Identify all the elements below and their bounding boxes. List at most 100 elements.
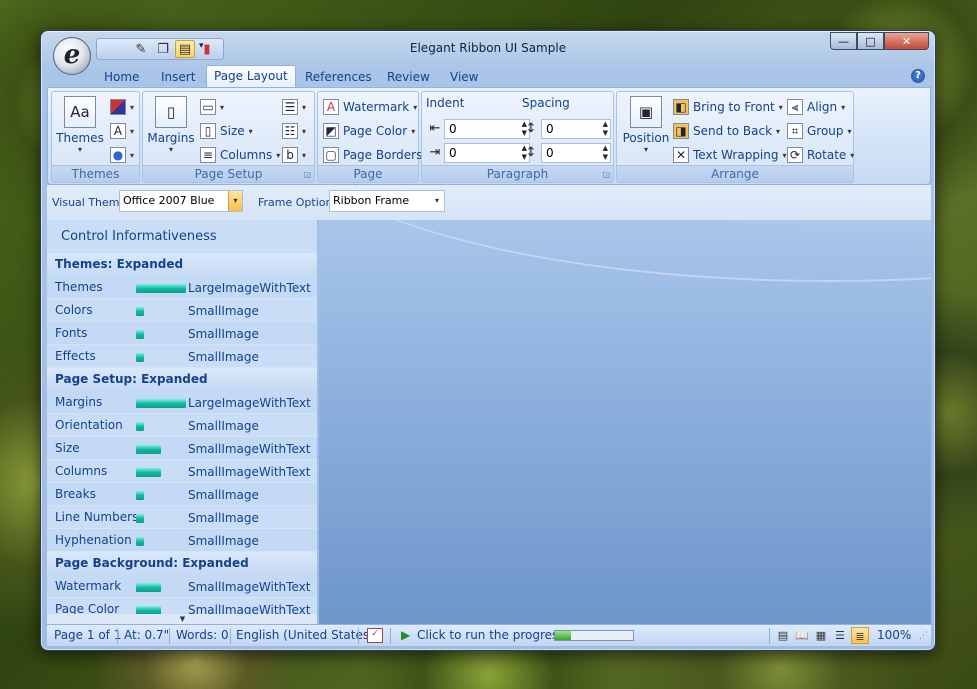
list-item[interactable]: Size SmallImageWithText [47,437,317,460]
list-item[interactable]: Columns SmallImageWithText [47,460,317,483]
page-color-button[interactable]: ◩ Page Color ▾ [323,123,415,139]
indent-right-input[interactable]: 0 ▲ ▼ [444,143,530,163]
tab-review[interactable]: Review [380,67,437,89]
section-header: Page Background: Expanded [47,552,317,575]
informativeness-bar [136,307,144,316]
spacing-after-input[interactable]: 0 ▲ ▼ [541,143,611,163]
page-borders-button[interactable]: ▢ Page Borders [323,147,422,163]
document-area[interactable] [319,220,931,624]
play-icon[interactable]: ▶ [401,628,410,642]
list-item[interactable]: Fonts SmallImage [47,322,317,345]
rotate-icon: ⟳ [787,147,803,163]
language[interactable]: English (United States) [236,628,374,642]
list-item[interactable]: Watermark SmallImageWithText [47,575,317,598]
margins-button[interactable]: ▯ Margins ▾ [146,96,196,154]
text-wrapping-label: Text Wrapping [693,148,779,162]
list-item[interactable]: Effects SmallImage [47,345,317,368]
informativeness-bar [136,353,144,362]
orientation-button[interactable]: ▭ ▾ [200,99,224,115]
line-numbers-button[interactable]: ☷ ▾ [282,123,306,139]
bring-to-front-button[interactable]: ◧ Bring to Front ▾ [673,99,783,115]
list-item[interactable]: Margins LargeImageWithText [47,391,317,414]
minimize-button[interactable]: — [830,32,857,50]
page-setup-launcher-icon[interactable]: ◲ [303,170,311,179]
tab-page-layout[interactable]: Page Layout [206,65,296,89]
colors-icon [110,99,126,115]
scroll-down-icon[interactable]: ▼ [47,614,317,624]
list-item[interactable]: Line Numbers SmallImage [47,506,317,529]
draft-icon[interactable]: ≣ [851,627,869,644]
tab-home[interactable]: Home [97,67,146,89]
align-button[interactable]: ⫷ Align ▾ [787,99,845,115]
frame-options-select[interactable]: Ribbon Frame ▾ [329,190,445,212]
columns-button[interactable]: ≡ Columns ▾ [200,147,280,163]
colors-button[interactable]: ▾ [110,99,134,115]
ribbon: Aa Themes ▾ ▾ A ▾ ● ▾ Themes ▯ Margins ▾ ▭… [47,87,931,197]
informativeness-bar [136,537,144,546]
list-item[interactable]: Breaks SmallImage [47,483,317,506]
orientation-icon: ▭ [200,99,216,115]
list-item[interactable]: Colors SmallImage [47,299,317,322]
chevron-down-icon[interactable]: ▾ [430,191,444,211]
spacing-before-icon: ↕ [525,121,537,136]
informativeness-bar [136,399,186,408]
spacing-before-input[interactable]: 0 ▲ ▼ [541,119,611,139]
breaks-button[interactable]: ☰ ▾ [282,99,306,115]
list-item[interactable]: Orientation SmallImage [47,414,317,437]
fonts-button[interactable]: A ▾ [110,123,134,139]
proofing-icon[interactable]: ✓ [367,628,383,643]
themes-button[interactable]: Aa Themes ▾ [55,96,105,154]
list-item[interactable]: Hyphenation SmallImage [47,529,317,552]
item-name: Breaks [55,487,96,501]
size-button[interactable]: ▯ Size ▾ [200,123,253,139]
group-themes: Aa Themes ▾ ▾ A ▾ ● ▾ Themes [51,91,140,183]
visual-theme-label: Visual Theme [52,196,127,209]
paragraph-launcher-icon[interactable]: ◲ [602,170,610,179]
maximize-button[interactable]: □ [857,32,884,50]
tab-view[interactable]: View [443,67,485,89]
chevron-down-icon[interactable]: ▾ [228,191,242,211]
group-label-arrange: Arrange [617,165,853,182]
send-to-back-button[interactable]: ◨ Send to Back ▾ [673,123,780,139]
columns-icon: ≡ [200,147,216,163]
rotate-button[interactable]: ⟳ Rotate ▾ [787,147,854,163]
position-icon: ▣ [630,96,662,128]
position-button[interactable]: ▣ Position ▾ [620,96,672,154]
item-name: Size [55,441,80,455]
list-item[interactable]: Themes LargeImageWithText [47,276,317,299]
hyphenation-icon: b [282,147,298,163]
outline-icon[interactable]: ☰ [831,627,849,644]
effects-button[interactable]: ● ▾ [110,147,134,163]
stepper-icon[interactable]: ▲ ▼ [603,120,608,138]
group-label-page-background: Page Background [318,165,418,197]
resize-grip-icon[interactable]: ⋰ [919,631,928,641]
main-window: e ✎ ❐ ▤ ▮ ▾ Elegant Ribbon UI Sample — □… [40,30,936,651]
display-mode: SmallImageWithText [188,442,311,456]
chevron-down-icon: ▾ [168,145,173,154]
print-layout-icon[interactable]: ▤ [774,627,792,644]
caption-buttons: — □ ✕ [830,32,929,50]
visual-theme-select[interactable]: Office 2007 Blue ▾ [119,190,243,212]
hyphenation-button[interactable]: b ▾ [282,147,306,163]
web-layout-icon[interactable]: ▦ [812,627,830,644]
position-label: Position [622,131,670,145]
group-label-themes: Themes [52,165,139,182]
application-button[interactable]: e [53,37,91,75]
stepper-icon[interactable]: ▲ ▼ [603,144,608,162]
group-page-background: A Watermark ▾ ◩ Page Color ▾ ▢ Page Borders P… [317,91,422,197]
size-label: Size [220,124,245,138]
text-wrapping-button[interactable]: ✕ Text Wrapping ▾ [673,147,787,163]
margins-label: Margins [147,131,195,145]
close-button[interactable]: ✕ [884,32,929,50]
indent-left-input[interactable]: 0 ▲ ▼ [444,119,530,139]
group-button[interactable]: ⌗ Group ▾ [787,123,852,139]
item-name: Colors [55,303,93,317]
tab-references[interactable]: References [298,67,379,89]
tab-insert[interactable]: Insert [154,67,202,89]
progress-bar [554,630,634,641]
watermark-button[interactable]: A Watermark ▾ [323,99,417,115]
help-icon[interactable]: ? [911,69,925,83]
zoom-level[interactable]: 100% [877,628,911,642]
run-progress-link[interactable]: Click to run the progress [417,628,565,642]
reading-layout-icon[interactable]: 📖 [793,627,811,644]
